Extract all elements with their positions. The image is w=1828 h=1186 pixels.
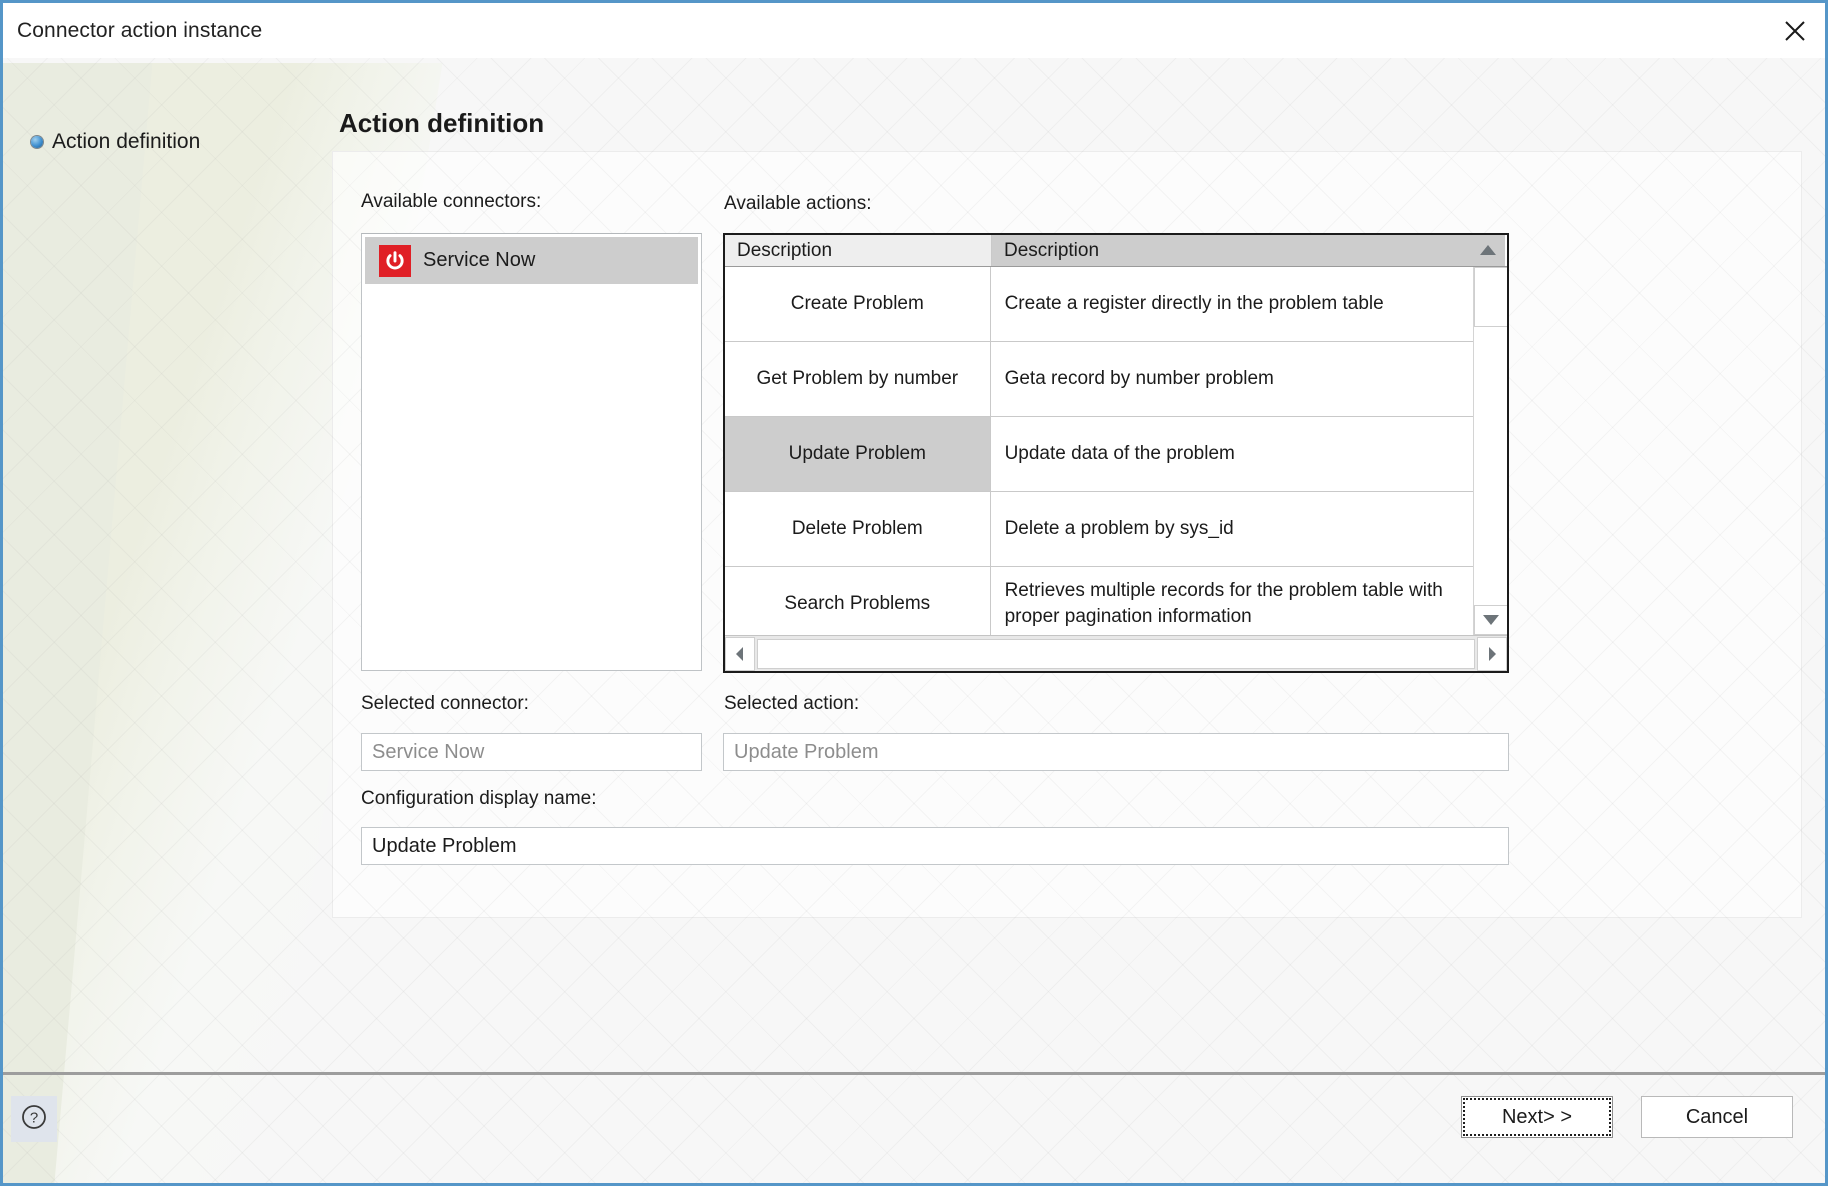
- title-bar: Connector action instance: [3, 3, 1825, 58]
- help-button[interactable]: ?: [11, 1096, 57, 1142]
- label-available-actions: Available actions:: [724, 193, 872, 214]
- available-connectors-list[interactable]: Service Now: [361, 233, 702, 671]
- connector-label: Service Now: [423, 249, 536, 271]
- vertical-scrollbar-thumb[interactable]: [1474, 267, 1507, 327]
- table-row[interactable]: Update Problem Update data of the proble…: [725, 417, 1473, 492]
- table-row[interactable]: Create Problem Create a register directl…: [725, 267, 1473, 342]
- bullet-sphere-icon: [31, 136, 43, 148]
- action-description: Geta record by number problem: [1004, 368, 1274, 390]
- action-name: Get Problem by number: [725, 342, 991, 416]
- action-name: Delete Problem: [725, 492, 991, 566]
- cancel-button[interactable]: Cancel: [1641, 1096, 1793, 1138]
- connector-action-instance-dialog: Connector action instance Action definit…: [0, 0, 1828, 1186]
- label-available-connectors: Available connectors:: [361, 191, 542, 212]
- action-description: Delete a problem by sys_id: [1004, 518, 1234, 540]
- label-selected-connector: Selected connector:: [361, 693, 529, 714]
- table-row[interactable]: Search Problems Retrieves multiple recor…: [725, 567, 1473, 635]
- vertical-scrollbar[interactable]: [1473, 267, 1507, 635]
- scroll-down-button[interactable]: [1474, 605, 1507, 635]
- column-header-description[interactable]: Description: [992, 235, 1471, 266]
- window-title: Connector action instance: [17, 19, 263, 42]
- table-row[interactable]: Get Problem by number Geta record by num…: [725, 342, 1473, 417]
- table-header-row: Description Description: [725, 235, 1507, 267]
- table-body: Create Problem Create a register directl…: [725, 267, 1473, 635]
- scroll-up-button[interactable]: [1471, 235, 1505, 266]
- close-icon: [1783, 19, 1807, 43]
- scroll-left-button[interactable]: [725, 636, 755, 671]
- sidebar-item-action-definition[interactable]: Action definition: [31, 130, 200, 154]
- horizontal-scrollbar-thumb[interactable]: [757, 638, 1475, 669]
- table-row[interactable]: Delete Problem Delete a problem by sys_i…: [725, 492, 1473, 567]
- action-name: Update Problem: [725, 417, 991, 491]
- help-circle-icon: ?: [19, 1102, 49, 1137]
- configuration-display-name-input[interactable]: Update Problem: [361, 827, 1509, 865]
- close-button[interactable]: [1765, 3, 1825, 58]
- label-configuration-display-name: Configuration display name:: [361, 788, 597, 809]
- page-title: Action definition: [339, 108, 545, 138]
- column-header-name[interactable]: Description: [725, 235, 992, 266]
- scroll-right-button[interactable]: [1477, 636, 1507, 671]
- power-icon: [379, 244, 411, 277]
- sidebar-item-label: Action definition: [52, 130, 201, 153]
- action-name: Search Problems: [725, 567, 991, 635]
- footer-divider: [3, 1072, 1825, 1075]
- action-description: Update data of the problem: [1004, 443, 1235, 465]
- action-description: Retrieves multiple records for the probl…: [1004, 580, 1443, 627]
- next-button[interactable]: Next> >: [1461, 1096, 1613, 1138]
- svg-text:?: ?: [30, 1109, 38, 1126]
- action-name: Create Problem: [725, 267, 991, 341]
- action-description: Create a register directly in the proble…: [1004, 293, 1384, 315]
- selected-connector-input[interactable]: Service Now: [361, 733, 702, 771]
- available-actions-table[interactable]: Description Description Create Problem C…: [723, 233, 1509, 673]
- horizontal-scrollbar[interactable]: [725, 635, 1507, 671]
- wizard-steps-nav: Action definition: [3, 58, 333, 1058]
- list-item-service-now[interactable]: Service Now: [365, 237, 698, 284]
- label-selected-action: Selected action:: [724, 693, 860, 714]
- selected-action-input[interactable]: Update Problem: [723, 733, 1509, 771]
